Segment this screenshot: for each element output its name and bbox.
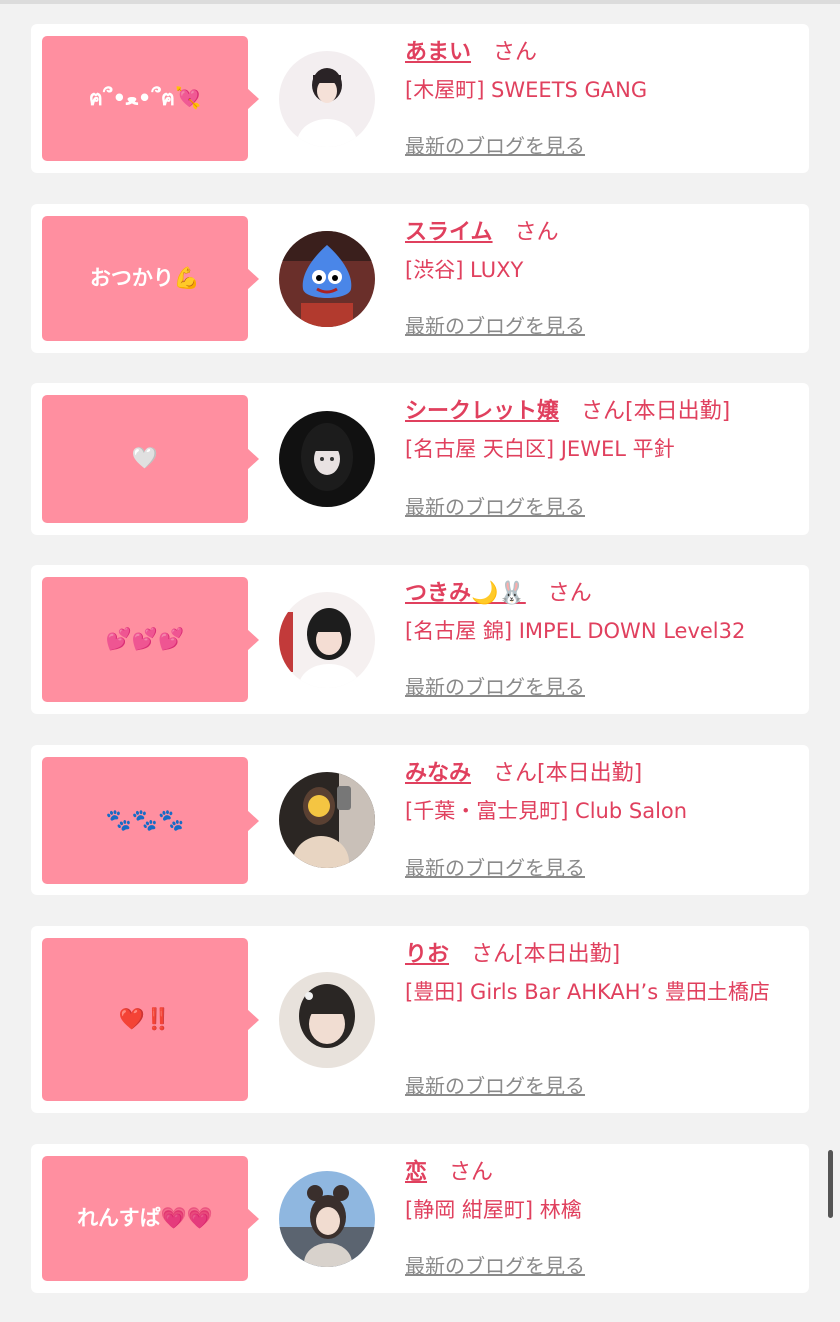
avatar[interactable] — [279, 772, 375, 868]
cast-card: 💕💕💕 つきみ🌙🐰 さん [名古屋 錦] IMPEL DOWN Level32 最… — [31, 565, 809, 714]
cast-name-link[interactable]: みなみ — [405, 761, 471, 786]
avatar[interactable] — [279, 1171, 375, 1267]
avatar[interactable] — [279, 231, 375, 327]
honorific: さん — [514, 220, 559, 245]
name-line: スライム さん — [405, 218, 791, 248]
message-text: ❤️‼️ — [118, 1006, 172, 1031]
shop-name: [静岡 紺屋町] 林檎 — [405, 1198, 582, 1222]
message-bubble: 🤍 — [42, 395, 259, 523]
message-bubble: おつかり💪 — [42, 216, 259, 341]
shop-name: [木屋町] SWEETS GANG — [405, 78, 648, 102]
name-line: シークレット嬢 さん[本日出勤] — [405, 397, 791, 427]
latest-blog-link[interactable]: 最新のブログを見る — [405, 130, 585, 159]
status-tag: [本日出勤] — [515, 942, 621, 967]
name-line: 恋さん — [405, 1158, 791, 1188]
message-text: 🐾🐾🐾 — [105, 807, 185, 832]
honorific: さん — [581, 399, 626, 424]
cast-card: おつかり💪 スライム さん [渋谷] LUXY 最新のブログを見る — [31, 204, 809, 353]
shop-name: [名古屋 天白区] JEWEL 平針 — [405, 437, 675, 461]
honorific: さん — [493, 761, 538, 786]
message-text: れんすぱ💗💗 — [77, 1205, 213, 1230]
shop-name: [渋谷] LUXY — [405, 258, 524, 282]
message-text: おつかり💪 — [89, 265, 201, 290]
message-bubble: れんすぱ💗💗 — [42, 1156, 259, 1281]
avatar[interactable] — [279, 972, 375, 1068]
name-line: つきみ🌙🐰 さん — [405, 579, 791, 609]
status-tag: [本日出勤] — [625, 399, 731, 424]
name-line: りお さん[本日出勤] — [405, 940, 791, 970]
message-text: 💕💕💕 — [105, 626, 185, 651]
cast-name-link[interactable]: つきみ🌙🐰 — [405, 581, 526, 606]
girl-portrait-icon — [279, 51, 375, 147]
cast-name-link[interactable]: りお — [405, 942, 449, 967]
avatar[interactable] — [279, 592, 375, 688]
latest-blog-link[interactable]: 最新のブログを見る — [405, 852, 585, 881]
slime-mascot-icon — [279, 231, 375, 327]
girl-portrait-icon — [279, 972, 375, 1068]
avatar[interactable] — [279, 411, 375, 507]
name-line: みなみ さん[本日出勤] — [405, 759, 791, 789]
latest-blog-link[interactable]: 最新のブログを見る — [405, 1070, 585, 1099]
girl-outdoor-icon — [279, 1171, 375, 1267]
girl-portrait-icon — [279, 592, 375, 688]
scrollbar[interactable] — [828, 1150, 833, 1218]
shop-name: [千葉・富士見町] Club Salon — [405, 799, 688, 823]
cast-card: ❤️‼️ りお さん[本日出勤] [豊田] Girls Bar AHKAH’s 豊… — [31, 926, 809, 1113]
cast-card: ฅ՞•ﻌ•՞ฅ💘 あまい さん [木屋町] SWEETS GANG 最新のブログを… — [31, 24, 809, 173]
cast-card: れんすぱ💗💗 恋さん [静岡 紺屋町] 林檎 最新のブログを見る — [31, 1144, 809, 1293]
latest-blog-link[interactable]: 最新のブログを見る — [405, 491, 585, 520]
cast-card: 🤍 シークレット嬢 さん[本日出勤] [名古屋 天白区] JEWEL 平針 最新の… — [31, 383, 809, 535]
cast-name-link[interactable]: 恋 — [405, 1160, 427, 1185]
honorific: さん — [471, 942, 516, 967]
cast-name-link[interactable]: スライム — [405, 220, 493, 245]
message-text: 🤍 — [131, 446, 159, 471]
top-divider — [0, 0, 840, 4]
message-bubble: 🐾🐾🐾 — [42, 757, 259, 884]
cast-name-link[interactable]: あまい — [405, 40, 471, 65]
honorific: さん — [493, 40, 538, 65]
status-tag: [本日出勤] — [537, 761, 643, 786]
shop-name: [名古屋 錦] IMPEL DOWN Level32 — [405, 619, 746, 643]
message-bubble: ❤️‼️ — [42, 938, 259, 1101]
honorific: さん — [547, 581, 592, 606]
honorific: さん — [449, 1160, 494, 1185]
name-line: あまい さん — [405, 38, 791, 68]
latest-blog-link[interactable]: 最新のブログを見る — [405, 1250, 585, 1279]
latest-blog-link[interactable]: 最新のブログを見る — [405, 671, 585, 700]
message-bubble: ฅ՞•ﻌ•՞ฅ💘 — [42, 36, 259, 161]
avatar[interactable] — [279, 51, 375, 147]
girl-portrait-icon — [279, 411, 375, 507]
shop-name: [豊田] Girls Bar AHKAH’s 豊田土橋店 — [405, 980, 770, 1004]
cast-name-link[interactable]: シークレット嬢 — [405, 399, 559, 424]
girl-selfie-icon — [279, 772, 375, 868]
message-text: ฅ՞•ﻌ•՞ฅ💘 — [88, 85, 202, 110]
latest-blog-link[interactable]: 最新のブログを見る — [405, 310, 585, 339]
message-bubble: 💕💕💕 — [42, 577, 259, 702]
cast-card: 🐾🐾🐾 みなみ さん[本日出勤] [千葉・富士見町] Club Salon 最新の… — [31, 745, 809, 895]
